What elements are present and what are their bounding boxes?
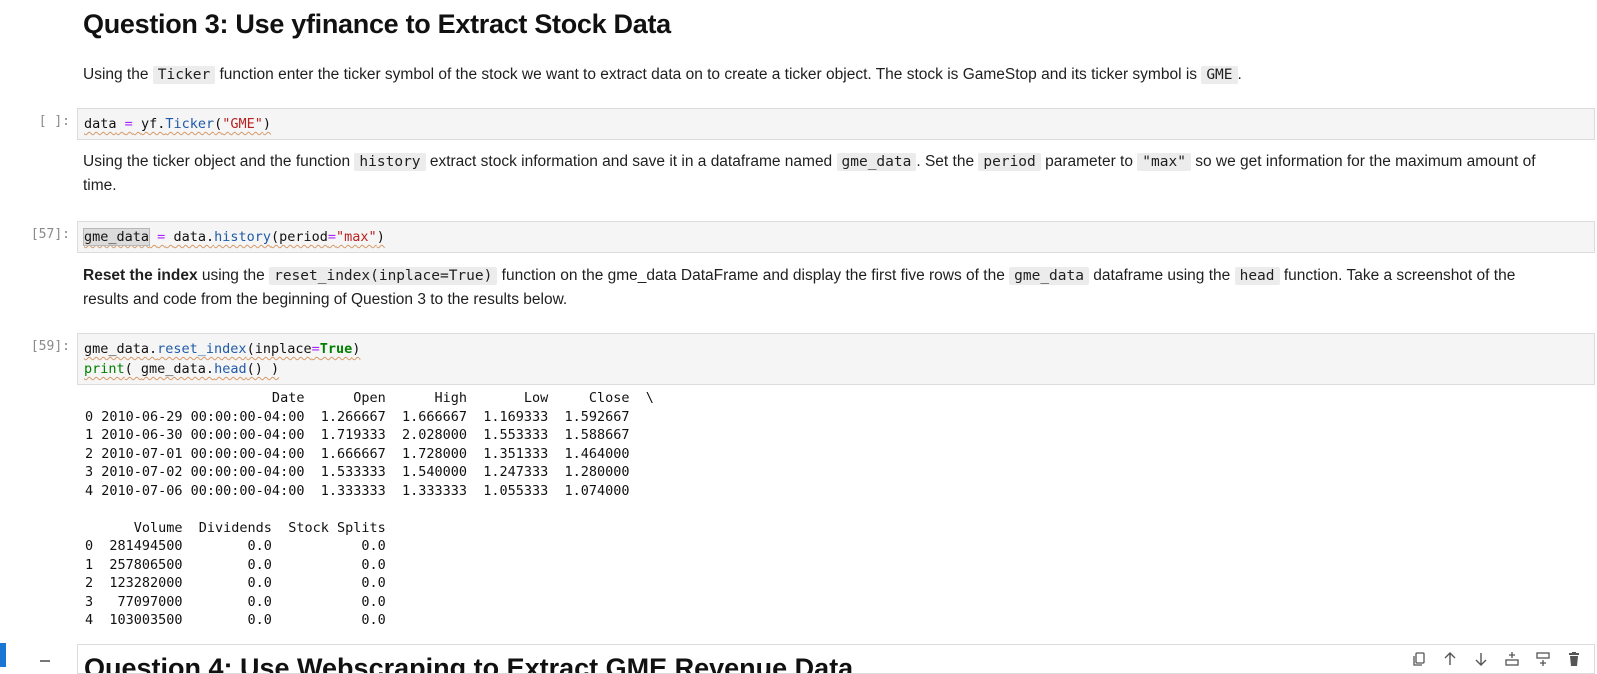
- collapse-indicator: [40, 660, 50, 662]
- inline-code: Ticker: [152, 66, 216, 84]
- markdown-paragraph-2: Using the ticker object and the function…: [83, 153, 1536, 194]
- move-down-icon[interactable]: [1472, 650, 1490, 668]
- output-row: 0 281494500 0.0 0.0: [85, 538, 386, 554]
- inline-code: "max": [1137, 153, 1191, 171]
- output-row: 4 103003500 0.0 0.0: [85, 612, 386, 628]
- active-cell-indicator[interactable]: [0, 643, 6, 667]
- cell-toolbar: [1410, 650, 1583, 668]
- code-cell-2[interactable]: gme_data = data.history(period="max"): [77, 221, 1595, 253]
- inline-code: period: [978, 153, 1041, 171]
- output-row: 1 2010-06-30 00:00:00-04:00 1.719333 2.0…: [85, 427, 630, 443]
- inline-code: gme_data: [1009, 267, 1089, 285]
- inline-code: reset_index(inplace=True): [269, 267, 498, 285]
- code-cell-1[interactable]: data = yf.Ticker("GME"): [77, 108, 1595, 140]
- markdown-cell-next[interactable]: Question 4: Use Webscraping to Extract G…: [77, 644, 1595, 674]
- cell-prompt: [57]:: [30, 227, 70, 242]
- next-section-heading: Question 4: Use Webscraping to Extract G…: [84, 653, 854, 674]
- insert-below-icon[interactable]: [1534, 650, 1552, 668]
- output-row: 2 2010-07-01 00:00:00-04:00 1.666667 1.7…: [85, 445, 630, 462]
- inline-code: gme_data: [836, 153, 917, 171]
- cell-prompt: [59]:: [30, 339, 70, 354]
- output-row: 3 2010-07-02 00:00:00-04:00 1.533333 1.5…: [85, 464, 630, 480]
- cell-output: Date Open High Low Close \ 0 2010-06-29 …: [85, 389, 654, 630]
- move-up-icon[interactable]: [1441, 650, 1459, 668]
- output-row: 0 2010-06-29 00:00:00-04:00 1.266667 1.6…: [85, 408, 630, 425]
- output-header: Volume Dividends Stock Splits: [85, 519, 386, 536]
- output-row: 4 2010-07-06 00:00:00-04:00 1.333333 1.3…: [85, 482, 630, 499]
- output-row: 3 77097000 0.0 0.0: [85, 593, 386, 610]
- markdown-paragraph-3: Reset the index using the reset_index(in…: [83, 267, 1516, 308]
- code-cell-3[interactable]: gme_data.reset_index(inplace=True) print…: [77, 333, 1595, 385]
- output-row: 2 123282000 0.0 0.0: [85, 575, 386, 591]
- section-heading: Question 3: Use yfinance to Extract Stoc…: [83, 9, 671, 39]
- delete-icon[interactable]: [1565, 650, 1583, 668]
- markdown-paragraph-1: Using the Ticker function enter the tick…: [83, 66, 1242, 84]
- cell-prompt: [ ]:: [38, 114, 70, 129]
- output-header: Date Open High Low Close \: [85, 390, 654, 406]
- output-row: 1 257806500 0.0 0.0: [85, 556, 386, 573]
- inline-code: GME: [1201, 66, 1238, 84]
- insert-above-icon[interactable]: [1503, 650, 1521, 668]
- inline-code: history: [354, 153, 426, 171]
- inline-code: head: [1234, 267, 1280, 285]
- duplicate-icon[interactable]: [1410, 650, 1428, 668]
